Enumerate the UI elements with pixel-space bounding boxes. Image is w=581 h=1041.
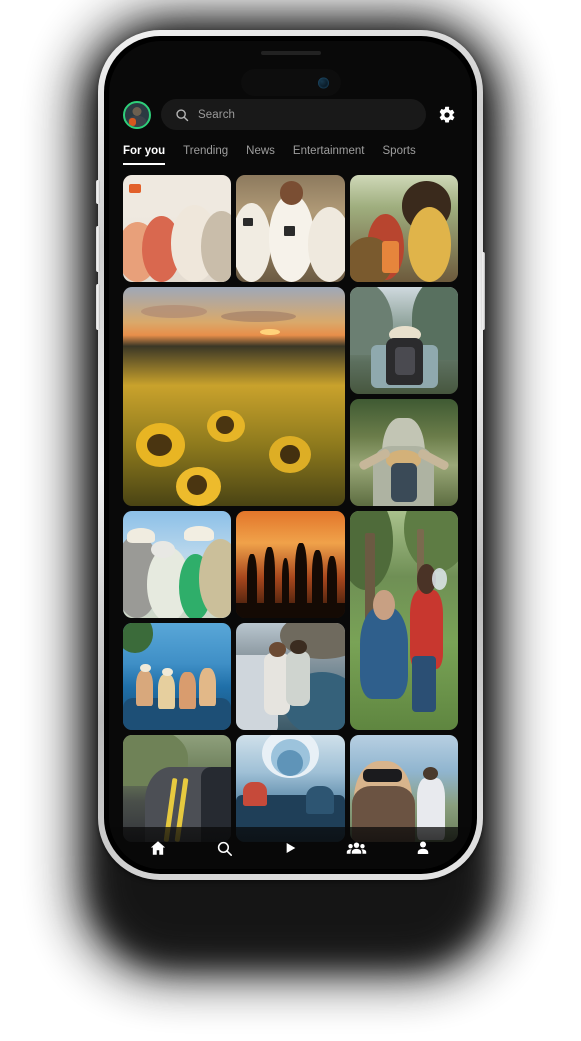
volume-up-button[interactable] <box>96 226 100 272</box>
volume-down-button[interactable] <box>96 284 100 330</box>
phone-screen: Search For you Trending News Entertainme… <box>109 41 472 869</box>
avatar-head <box>132 106 142 116</box>
feed-tile-friends-group[interactable] <box>123 175 232 282</box>
search-row: Search <box>123 99 458 130</box>
search-icon <box>216 840 233 857</box>
app-root: Search For you Trending News Entertainme… <box>109 41 472 869</box>
search-icon <box>175 108 189 122</box>
tab-news[interactable]: News <box>246 145 275 165</box>
feed-tile-volleyball-team[interactable] <box>236 175 345 282</box>
gear-icon <box>438 106 456 124</box>
feed-tile-mountain-hiker[interactable] <box>349 287 458 394</box>
feed-tile-garden-party[interactable] <box>349 175 458 282</box>
avatar-accent <box>129 117 136 126</box>
profile-avatar[interactable] <box>123 100 151 129</box>
feed-tile-suspension-bridge[interactable] <box>349 399 458 506</box>
feed-tile-sunglasses-portrait[interactable] <box>349 735 458 842</box>
nav-reels-button[interactable] <box>278 836 302 860</box>
feed-tile-train-interior[interactable] <box>236 735 345 842</box>
feed-tile-coastal-couple[interactable] <box>236 623 345 730</box>
phone-frame: Search For you Trending News Entertainme… <box>96 30 485 880</box>
phone-bezel: Search For you Trending News Entertainme… <box>104 36 477 874</box>
people-icon <box>346 838 367 859</box>
tab-entertainment[interactable]: Entertainment <box>293 145 365 165</box>
mute-switch[interactable] <box>96 180 100 204</box>
photo-feed-grid <box>109 175 472 869</box>
tab-for-you[interactable]: For you <box>123 145 166 165</box>
feed-tile-senior-friends[interactable] <box>123 511 232 618</box>
feed-tile-convertible-trip[interactable] <box>123 623 232 730</box>
power-button[interactable] <box>481 252 485 330</box>
tab-sports[interactable]: Sports <box>383 145 416 165</box>
feed-tile-beach-dance[interactable] <box>236 511 345 618</box>
bottom-navigation <box>109 827 472 869</box>
feed-tile-park-frisbee[interactable] <box>349 511 458 730</box>
home-icon <box>149 839 167 857</box>
tab-trending[interactable]: Trending <box>183 145 228 165</box>
mockup-stage: Search For you Trending News Entertainme… <box>0 0 581 1041</box>
settings-button[interactable] <box>436 104 458 126</box>
feed-tile-mountain-road[interactable] <box>123 735 232 842</box>
play-icon <box>282 840 298 856</box>
nav-search-button[interactable] <box>212 836 236 860</box>
nav-groups-button[interactable] <box>345 836 369 860</box>
nav-profile-button[interactable] <box>411 836 435 860</box>
feed-tile-sunflower-field[interactable] <box>123 287 345 506</box>
person-icon <box>414 839 432 857</box>
app-header: Search For you Trending News Entertainme… <box>109 41 472 165</box>
search-placeholder: Search <box>198 108 236 121</box>
nav-home-button[interactable] <box>146 836 170 860</box>
category-tabs: For you Trending News Entertainment Spor… <box>123 145 458 165</box>
search-input[interactable]: Search <box>161 99 426 130</box>
